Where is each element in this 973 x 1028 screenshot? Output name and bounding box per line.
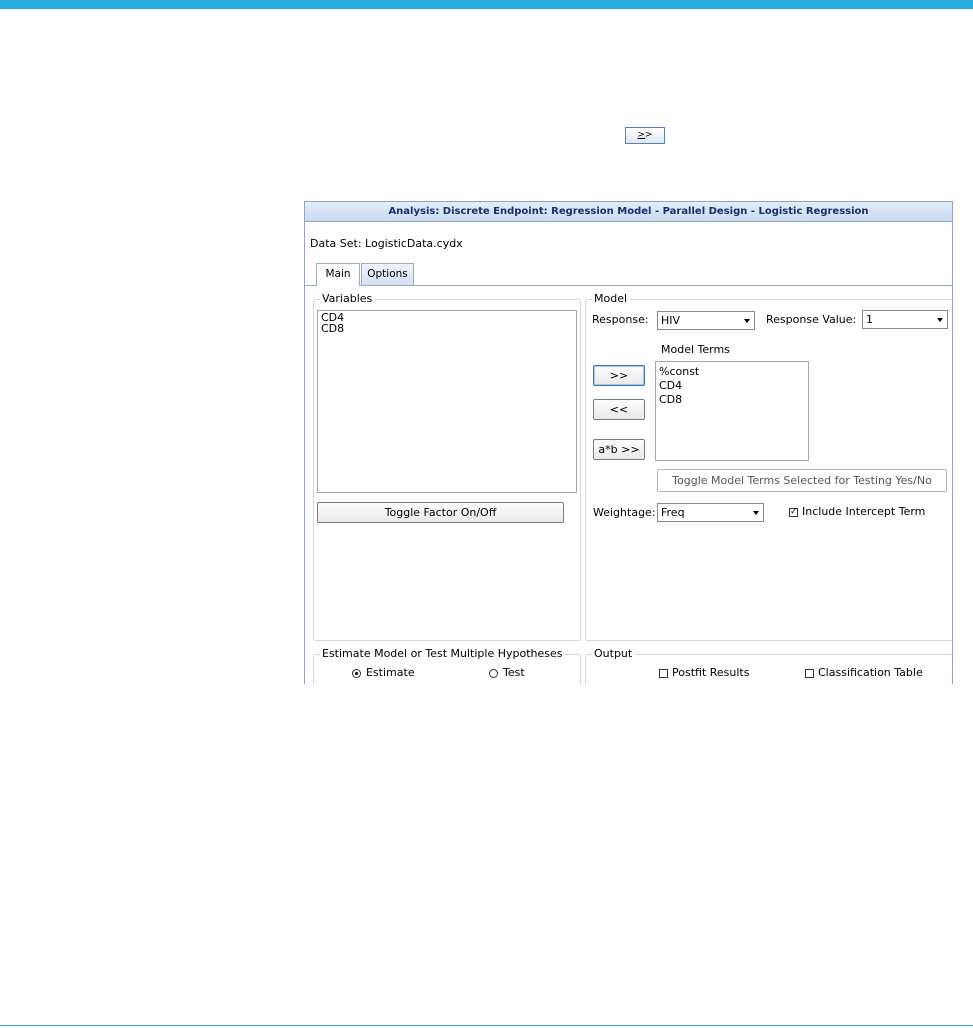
classification-checkbox[interactable] [805, 669, 814, 678]
window-title: Analysis: Discrete Endpoint: Regression … [305, 202, 952, 222]
next-button-label: > [637, 130, 645, 140]
estimate-radio[interactable] [352, 669, 361, 678]
list-item[interactable]: CD8 [321, 323, 573, 334]
interaction-term-button[interactable]: a*b >> [593, 439, 645, 460]
postfit-checkbox[interactable] [659, 669, 668, 678]
test-radio[interactable] [489, 669, 498, 678]
remove-term-button[interactable]: << [593, 399, 645, 420]
variables-legend: Variables [320, 292, 375, 306]
variables-list[interactable]: CD4 CD8 [317, 310, 577, 493]
chevron-down-icon [753, 511, 759, 515]
tab-divider [305, 285, 952, 286]
model-terms-list[interactable]: %const CD4 CD8 [655, 361, 809, 461]
weightage-label: Weightage: [593, 506, 656, 519]
analysis-window: Analysis: Discrete Endpoint: Regression … [304, 201, 953, 684]
include-intercept-checkbox[interactable]: ✓ [789, 508, 798, 517]
chevron-down-icon [937, 318, 943, 322]
response-value-select-value: 1 [866, 313, 873, 326]
model-terms-label: Model Terms [661, 343, 730, 356]
list-item[interactable]: CD8 [659, 393, 805, 407]
toggle-factor-button[interactable]: Toggle Factor On/Off [317, 502, 564, 523]
dataset-label: Data Set: LogisticData.cydx [310, 237, 463, 250]
tab-options[interactable]: Options [361, 263, 414, 285]
model-legend: Model [592, 292, 630, 306]
list-item[interactable]: CD4 [659, 379, 805, 393]
estimate-legend: Estimate Model or Test Multiple Hypothes… [320, 647, 565, 661]
response-value-select[interactable]: 1 [862, 310, 948, 329]
estimate-radio-label: Estimate [366, 666, 415, 679]
next-button[interactable]: >> [625, 127, 665, 144]
response-select[interactable]: HIV [657, 311, 755, 330]
response-label: Response: [592, 313, 649, 326]
postfit-label: Postfit Results [672, 666, 750, 679]
list-item[interactable]: CD4 [321, 312, 573, 323]
classification-label: Classification Table [818, 666, 923, 679]
tab-main[interactable]: Main [316, 263, 360, 286]
toggle-testing-button[interactable]: Toggle Model Terms Selected for Testing … [657, 469, 947, 492]
weightage-select-value: Freq [661, 506, 685, 519]
list-item[interactable]: %const [659, 365, 805, 379]
include-intercept-label: Include Intercept Term [802, 505, 926, 518]
test-radio-label: Test [503, 666, 525, 679]
top-accent-bar [0, 0, 973, 9]
bottom-accent-line [0, 1025, 973, 1026]
chevron-down-icon [744, 319, 750, 323]
weightage-select[interactable]: Freq [657, 503, 764, 522]
add-term-button[interactable]: >> [593, 365, 645, 386]
response-value-label: Response Value: [766, 313, 857, 326]
output-legend: Output [592, 647, 635, 661]
response-select-value: HIV [661, 314, 681, 327]
